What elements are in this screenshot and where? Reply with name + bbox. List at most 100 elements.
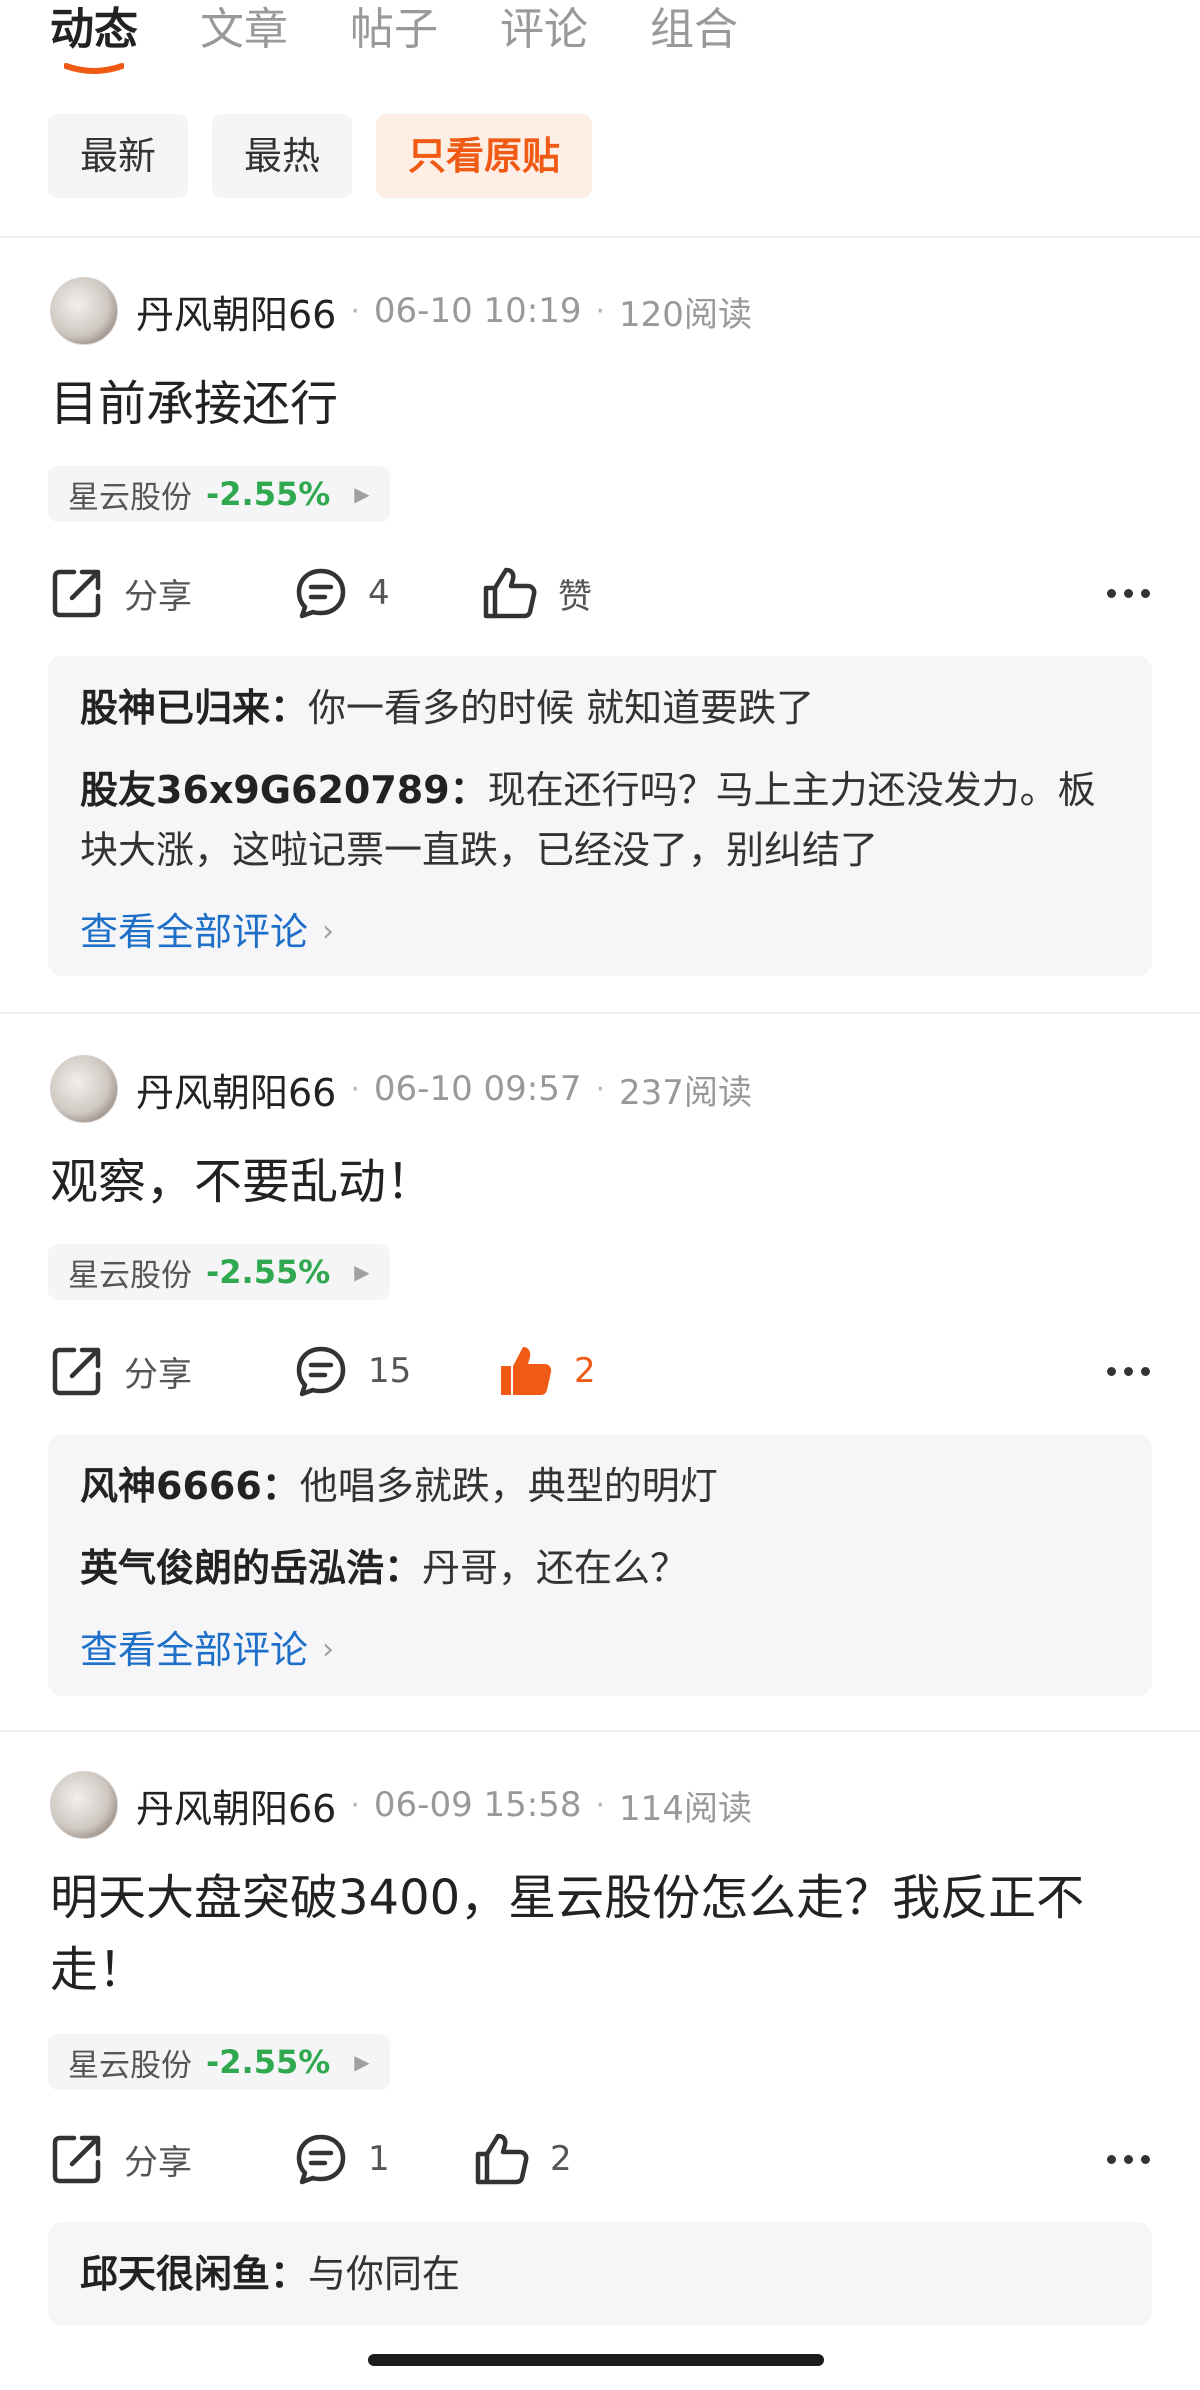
read-count: 120阅读 bbox=[619, 294, 752, 335]
author-name[interactable]: 丹风朝阳66 bbox=[136, 1778, 336, 1833]
share-icon bbox=[52, 1347, 101, 1396]
share-label: 分享 bbox=[124, 1354, 192, 1395]
share-icon bbox=[52, 2135, 101, 2184]
stock-name: 星云股份 bbox=[68, 479, 192, 516]
triangle-right-icon: ▶ bbox=[354, 2050, 370, 2074]
like-label: 赞 bbox=[558, 576, 592, 617]
comment-count: 4 bbox=[368, 573, 390, 613]
comment-user[interactable]: 邱天很闲鱼： bbox=[80, 2252, 308, 2296]
separator-dot: · bbox=[350, 1071, 360, 1107]
separator-dot: · bbox=[350, 1787, 360, 1823]
comment-item: 邱天很闲鱼：与你同在 bbox=[80, 2244, 1120, 2304]
author-name[interactable]: 丹风朝阳66 bbox=[136, 284, 336, 339]
comment-user[interactable]: 英气俊朗的岳泓浩： bbox=[80, 1546, 422, 1590]
divider bbox=[0, 1012, 1200, 1014]
comment-user[interactable]: 股神已归来： bbox=[80, 686, 308, 730]
stock-tag[interactable]: 星云股份 -2.55% ▶ bbox=[48, 1244, 390, 1300]
comment-user[interactable]: 股友36x9G620789： bbox=[80, 768, 488, 812]
comment-text: 丹哥，还在么？ bbox=[422, 1546, 689, 1590]
tab-label: 文章 bbox=[200, 4, 288, 55]
post-header: 丹风朝阳66 · 06-10 10:19 · 120阅读 bbox=[50, 276, 752, 346]
comment-button[interactable]: 1 bbox=[294, 2124, 390, 2194]
comment-preview[interactable]: 邱天很闲鱼：与你同在 bbox=[48, 2222, 1152, 2326]
tab-posts[interactable]: 帖子 bbox=[350, 0, 438, 80]
comment-preview[interactable]: 风神6666：他唱多就跌，典型的明灯 英气俊朗的岳泓浩：丹哥，还在么？ 查看全部… bbox=[48, 1434, 1152, 1696]
more-options-icon[interactable] bbox=[1107, 2124, 1150, 2194]
post-time: 06-10 09:57 bbox=[373, 1069, 582, 1109]
share-label: 分享 bbox=[124, 2142, 192, 2183]
separator-dot: · bbox=[595, 1071, 606, 1107]
stock-change: -2.55% bbox=[206, 475, 331, 513]
comment-count: 15 bbox=[368, 1351, 412, 1391]
comment-icon bbox=[296, 2134, 346, 2185]
view-all-label: 查看全部评论 bbox=[80, 1628, 309, 1672]
filter-original-only[interactable]: 只看原贴 bbox=[376, 114, 593, 198]
like-button[interactable]: 赞 bbox=[482, 558, 592, 628]
avatar[interactable] bbox=[50, 1055, 118, 1123]
view-all-comments-link[interactable]: 查看全部评论 › bbox=[80, 1620, 1120, 1680]
home-indicator[interactable] bbox=[368, 2354, 824, 2366]
comment-preview[interactable]: 股神已归来：你一看多的时候 就知道要跌了 股友36x9G620789：现在还行吗… bbox=[48, 656, 1152, 976]
read-count: 237阅读 bbox=[619, 1072, 752, 1113]
share-button[interactable]: 分享 bbox=[50, 1336, 192, 1406]
thumbs-up-icon bbox=[475, 2133, 529, 2185]
action-bar: 分享 1 2 bbox=[50, 2124, 1150, 2194]
filter-latest[interactable]: 最新 bbox=[48, 114, 189, 198]
avatar[interactable] bbox=[50, 1771, 118, 1839]
tab-dynamic[interactable]: 动态 bbox=[50, 0, 138, 80]
stock-change: -2.55% bbox=[206, 2043, 331, 2081]
share-button[interactable]: 分享 bbox=[50, 2124, 192, 2194]
post-time: 06-09 15:58 bbox=[373, 1785, 582, 1825]
filter-bar: 最新 最热 只看原贴 bbox=[48, 114, 593, 198]
like-count: 2 bbox=[574, 1351, 596, 1391]
thumbs-up-icon bbox=[501, 1347, 552, 1395]
comment-item: 股神已归来：你一看多的时候 就知道要跌了 bbox=[80, 678, 1120, 738]
comment-icon bbox=[296, 568, 346, 619]
tab-portfolio[interactable]: 组合 bbox=[650, 0, 738, 80]
stock-change: -2.55% bbox=[206, 1253, 331, 1291]
like-button[interactable]: 2 bbox=[498, 1336, 596, 1406]
triangle-right-icon: ▶ bbox=[354, 1260, 370, 1284]
divider bbox=[0, 236, 1200, 238]
post-header: 丹风朝阳66 · 06-09 15:58 · 114阅读 bbox=[50, 1770, 752, 1840]
action-bar: 分享 15 2 bbox=[50, 1336, 1150, 1406]
chevron-right-icon: › bbox=[322, 1632, 335, 1667]
stock-tag[interactable]: 星云股份 -2.55% ▶ bbox=[48, 2034, 390, 2090]
more-options-icon[interactable] bbox=[1107, 558, 1150, 628]
filter-hottest[interactable]: 最热 bbox=[212, 114, 353, 198]
more-options-icon[interactable] bbox=[1107, 1336, 1150, 1406]
like-count: 2 bbox=[550, 2139, 572, 2179]
comment-text: 他唱多就跌，典型的明灯 bbox=[299, 1464, 718, 1508]
comment-count: 1 bbox=[368, 2139, 390, 2179]
author-name[interactable]: 丹风朝阳66 bbox=[136, 1062, 336, 1117]
comment-item: 英气俊朗的岳泓浩：丹哥，还在么？ bbox=[80, 1538, 1120, 1598]
comment-item: 风神6666：他唱多就跌，典型的明灯 bbox=[80, 1456, 1120, 1516]
tab-comments[interactable]: 评论 bbox=[500, 0, 588, 80]
like-button[interactable]: 2 bbox=[474, 2124, 572, 2194]
separator-dot: · bbox=[595, 1787, 606, 1823]
triangle-right-icon: ▶ bbox=[354, 482, 370, 506]
post-text[interactable]: 目前承接还行 bbox=[50, 368, 1160, 440]
comment-text: 与你同在 bbox=[308, 2252, 461, 2296]
tab-label: 组合 bbox=[650, 4, 738, 55]
share-button[interactable]: 分享 bbox=[50, 558, 192, 628]
tab-active-indicator bbox=[64, 63, 124, 74]
divider bbox=[0, 1730, 1200, 1732]
stock-tag[interactable]: 星云股份 -2.55% ▶ bbox=[48, 466, 390, 522]
comment-button[interactable]: 4 bbox=[294, 558, 390, 628]
comment-button[interactable]: 15 bbox=[294, 1336, 411, 1406]
comment-icon bbox=[296, 1346, 346, 1397]
separator-dot: · bbox=[595, 293, 606, 329]
tab-articles[interactable]: 文章 bbox=[200, 0, 288, 80]
chevron-right-icon: › bbox=[322, 914, 335, 949]
post-header: 丹风朝阳66 · 06-10 09:57 · 237阅读 bbox=[50, 1054, 752, 1124]
share-label: 分享 bbox=[124, 576, 192, 617]
view-all-comments-link[interactable]: 查看全部评论 › bbox=[80, 902, 1120, 962]
comment-user[interactable]: 风神6666： bbox=[80, 1464, 300, 1508]
stock-name: 星云股份 bbox=[68, 2047, 192, 2084]
avatar[interactable] bbox=[50, 277, 118, 345]
comment-text: 你一看多的时候 就知道要跌了 bbox=[308, 686, 815, 730]
post-text[interactable]: 明天大盘突破3400，星云股份怎么走？我反正不走！ bbox=[50, 1862, 1160, 2006]
post-time: 06-10 10:19 bbox=[373, 291, 582, 331]
post-text[interactable]: 观察，不要乱动！ bbox=[50, 1146, 1160, 1218]
